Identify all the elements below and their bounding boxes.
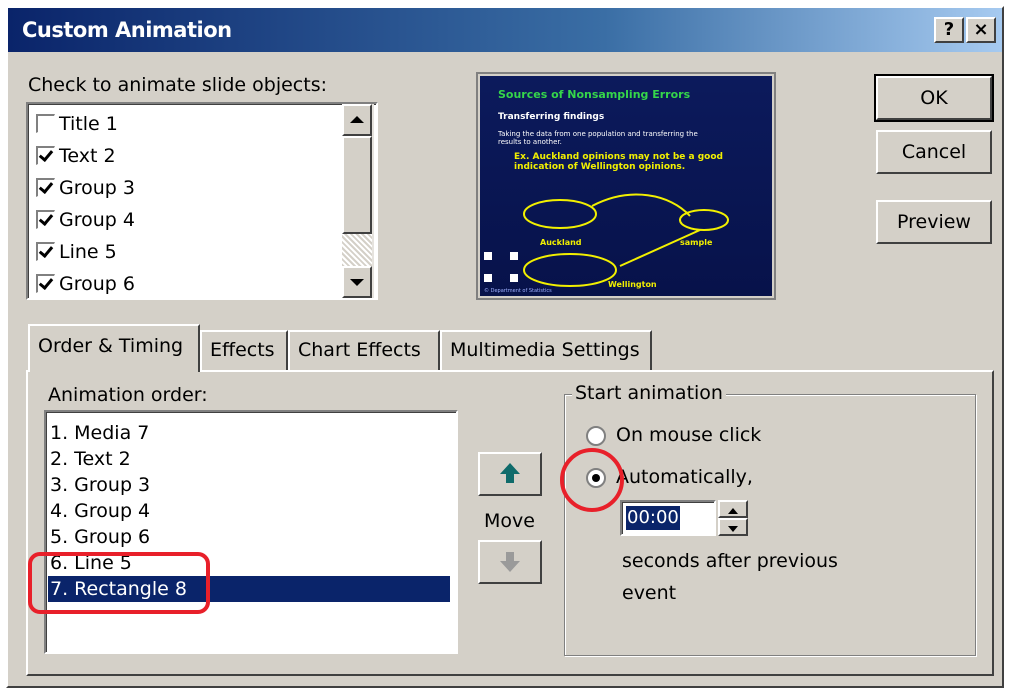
spinner-up-icon	[728, 508, 738, 514]
animation-order-item[interactable]: 5. Group 6	[50, 524, 450, 550]
on-mouse-click-label: On mouse click	[616, 424, 762, 446]
move-up-button[interactable]	[478, 452, 542, 496]
highlight-annotation-list	[28, 552, 210, 614]
window-title: Custom Animation	[22, 18, 232, 42]
object-label: Title 1	[59, 113, 118, 135]
scroll-down-button[interactable]	[342, 266, 372, 298]
object-label: Group 4	[59, 209, 135, 231]
animation-order-item[interactable]: 1. Media 7	[50, 420, 450, 446]
move-down-button[interactable]	[478, 540, 542, 584]
object-label: Text 2	[59, 145, 116, 167]
slide-objects-list[interactable]: Title 1 Text 2 Group 3 Group 4 Line 5 Group 6	[26, 102, 378, 300]
delay-time-value: 00:00	[626, 506, 680, 530]
object-item[interactable]: Title 1	[36, 108, 118, 140]
scroll-track[interactable]	[342, 234, 372, 266]
object-item[interactable]: Group 3	[36, 172, 135, 204]
animation-order-item[interactable]: 3. Group 3	[50, 472, 450, 498]
object-label: Group 3	[59, 177, 135, 199]
tab-effects[interactable]: Effects	[200, 330, 288, 370]
seconds-after-text: seconds after previous	[622, 550, 838, 572]
title-bar[interactable]: Custom Animation ? ×	[8, 8, 1002, 52]
radio-on-mouse-click[interactable]	[586, 426, 606, 446]
arrow-down-icon	[500, 552, 520, 572]
cancel-button[interactable]: Cancel	[876, 130, 992, 174]
slide-preview: Sources of Nonsampling Errors Transferri…	[476, 72, 776, 300]
object-checkbox[interactable]	[36, 242, 55, 261]
tab-multimedia-settings[interactable]: Multimedia Settings	[440, 330, 652, 370]
animation-order-list[interactable]: 1. Media 7 2. Text 2 3. Group 3 4. Group 45…	[44, 410, 458, 654]
object-checkbox[interactable]	[36, 274, 55, 293]
slide-footer: © Department of Statistics	[484, 288, 552, 294]
animation-order-label: Animation order:	[48, 384, 208, 406]
object-label: Group 6	[59, 273, 135, 295]
slide-label-auckland: Auckland	[540, 238, 582, 247]
object-item[interactable]: Line 5	[36, 236, 117, 268]
automatically-label: Automatically,	[616, 466, 753, 488]
slide-diagram	[484, 193, 729, 287]
preview-button[interactable]: Preview	[876, 200, 992, 244]
object-checkbox[interactable]	[36, 210, 55, 229]
ok-button[interactable]: OK	[874, 74, 994, 122]
close-button[interactable]: ×	[966, 17, 996, 43]
object-checkbox[interactable]	[36, 146, 55, 165]
tab-order-timing[interactable]: Order & Timing	[28, 324, 200, 372]
objects-label: Check to animate slide objects:	[28, 74, 327, 96]
object-item[interactable]: Group 4	[36, 204, 135, 236]
slide-label-sample: sample	[680, 238, 713, 247]
event-text: event	[622, 582, 677, 604]
spinner-down-icon	[728, 526, 738, 532]
animation-order-item[interactable]: 2. Text 2	[50, 446, 450, 472]
move-label: Move	[484, 510, 535, 532]
object-checkbox[interactable]	[36, 178, 55, 197]
start-animation-label: Start animation	[572, 382, 726, 404]
object-checkbox[interactable]	[36, 114, 55, 133]
object-label: Line 5	[59, 241, 117, 263]
delay-spinner[interactable]	[718, 500, 748, 536]
arrow-up-icon	[500, 463, 520, 483]
tab-chart-effects[interactable]: Chart Effects	[288, 330, 440, 370]
scroll-up-button[interactable]	[342, 104, 372, 136]
scroll-thumb[interactable]	[342, 136, 372, 234]
spinner-down-button[interactable]	[718, 518, 748, 536]
objects-scrollbar[interactable]	[342, 104, 374, 298]
delay-time-input[interactable]: 00:00	[620, 500, 716, 536]
help-button[interactable]: ?	[934, 17, 964, 43]
spinner-up-button[interactable]	[718, 500, 748, 518]
slide-preview-canvas: Sources of Nonsampling Errors Transferri…	[480, 76, 772, 296]
animation-order-item[interactable]: 4. Group 4	[50, 498, 450, 524]
highlight-annotation-radio	[560, 448, 624, 512]
object-item[interactable]: Group 6	[36, 268, 135, 300]
scroll-down-icon	[350, 279, 364, 286]
slide-label-wellington: Wellington	[608, 280, 657, 289]
scroll-up-icon	[350, 116, 364, 123]
object-item[interactable]: Text 2	[36, 140, 116, 172]
